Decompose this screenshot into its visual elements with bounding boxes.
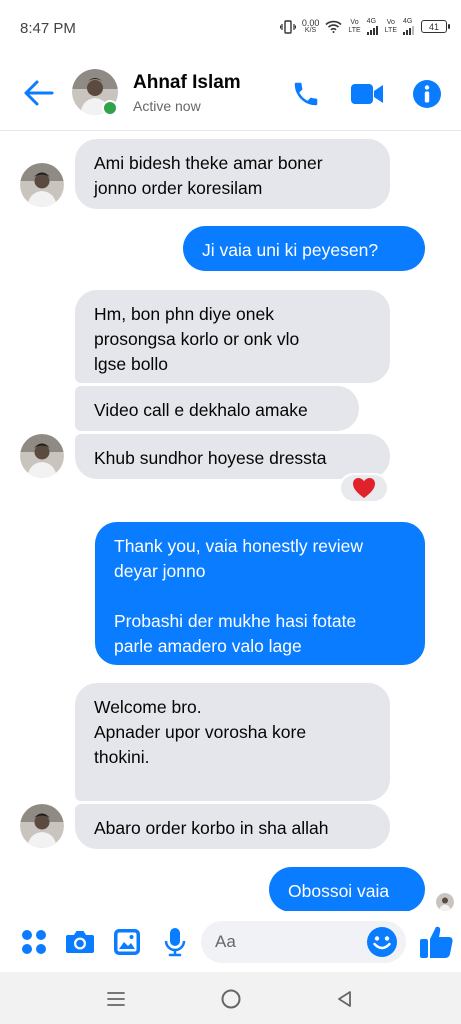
sim1-lte-label: LTE — [348, 26, 361, 34]
sender-avatar[interactable] — [20, 804, 64, 848]
menu-icon — [107, 992, 125, 1006]
message-reaction[interactable] — [339, 473, 389, 503]
sim1-volte: Vo LTE — [348, 19, 360, 35]
home-icon — [221, 989, 241, 1009]
status-icons: 0.00 K/S Vo LTE 4G Vo LTE 4G 41 — [279, 17, 450, 35]
system-navigation-bar — [0, 972, 461, 1024]
system-back-button[interactable] — [330, 984, 360, 1014]
camera-icon — [66, 931, 94, 953]
video-camera-icon — [351, 84, 383, 104]
sender-avatar[interactable] — [20, 163, 64, 207]
active-status-dot — [102, 100, 118, 116]
message-input[interactable]: Aa — [201, 921, 406, 963]
sim2-network: 4G — [403, 18, 413, 25]
message-bubble-incoming[interactable]: Welcome bro. Apnader upor vorosha kore t… — [75, 683, 390, 801]
back-icon — [338, 991, 351, 1007]
audio-call-button[interactable] — [286, 74, 326, 114]
video-call-button[interactable] — [347, 74, 387, 114]
like-button[interactable] — [416, 922, 456, 962]
message-composer: Aa — [0, 912, 461, 972]
message-list[interactable]: Ami bidesh theke amar boner jonno order … — [0, 131, 461, 911]
camera-button[interactable] — [64, 926, 96, 958]
status-bar: 8:47 PM 0.00 K/S Vo LTE 4G Vo LTE 4G 41 — [0, 0, 461, 58]
sim1-network: 4G — [366, 18, 377, 25]
apps-grid-icon — [22, 930, 46, 954]
sim1-vo-label: Vo — [350, 18, 359, 26]
wifi-icon — [325, 20, 342, 33]
message-bubble-incoming[interactable]: Video call e dekhalo amake — [75, 386, 359, 431]
vibrate-icon — [279, 19, 296, 34]
sim1-signal-icon — [366, 26, 378, 35]
message-bubble-outgoing[interactable]: Obossoi vaia — [269, 867, 425, 911]
gallery-button[interactable] — [111, 926, 143, 958]
microphone-icon — [164, 928, 186, 957]
battery-indicator: 41 — [421, 20, 450, 33]
thumbs-up-icon — [420, 926, 453, 958]
sim2-signal-icon — [403, 26, 414, 35]
seen-indicator-avatar — [436, 893, 454, 911]
message-bubble-incoming[interactable]: Khub sundhor hoyese dressta — [75, 434, 390, 479]
sim1-signal: 4G — [366, 18, 379, 35]
sim2-lte-label: LTE — [384, 26, 397, 34]
back-arrow-icon — [24, 80, 54, 106]
message-bubble-outgoing[interactable]: Thank you, vaia honestly review deyar jo… — [95, 522, 425, 665]
message-bubble-incoming[interactable]: Hm, bon phn diye onek prosongsa korlo or… — [75, 290, 390, 383]
sim2-volte: Vo LTE — [385, 19, 397, 35]
sim2-vo-label: Vo — [386, 18, 395, 26]
phone-icon — [294, 82, 318, 106]
message-bubble-outgoing[interactable]: Ji vaia uni ki peyesen? — [183, 226, 425, 271]
message-bubble-incoming[interactable]: Abaro order korbo in sha allah — [75, 804, 390, 849]
back-button[interactable] — [22, 76, 56, 110]
network-speed: 0.00 K/S — [301, 17, 320, 35]
info-icon — [413, 80, 441, 108]
heart-icon — [353, 478, 375, 498]
sim2-signal: 4G — [403, 18, 415, 35]
gallery-icon — [114, 929, 140, 955]
contact-status: Active now — [133, 98, 201, 114]
network-speed-unit: K/S — [304, 26, 317, 34]
contact-name[interactable]: Ahnaf Islam — [133, 72, 241, 94]
sender-avatar[interactable] — [20, 434, 64, 478]
more-actions-button[interactable] — [18, 926, 50, 958]
network-speed-value: 0.00 — [301, 17, 320, 28]
message-input-placeholder: Aa — [215, 932, 236, 951]
voice-record-button[interactable] — [159, 926, 191, 958]
emoji-icon[interactable] — [366, 926, 398, 958]
status-time: 8:47 PM — [20, 20, 76, 37]
recent-apps-button[interactable] — [101, 984, 131, 1014]
message-bubble-incoming[interactable]: Ami bidesh theke amar boner jonno order … — [75, 139, 390, 209]
home-button[interactable] — [216, 984, 246, 1014]
chat-header: Ahnaf Islam Active now — [0, 58, 461, 131]
conversation-info-button[interactable] — [407, 74, 447, 114]
